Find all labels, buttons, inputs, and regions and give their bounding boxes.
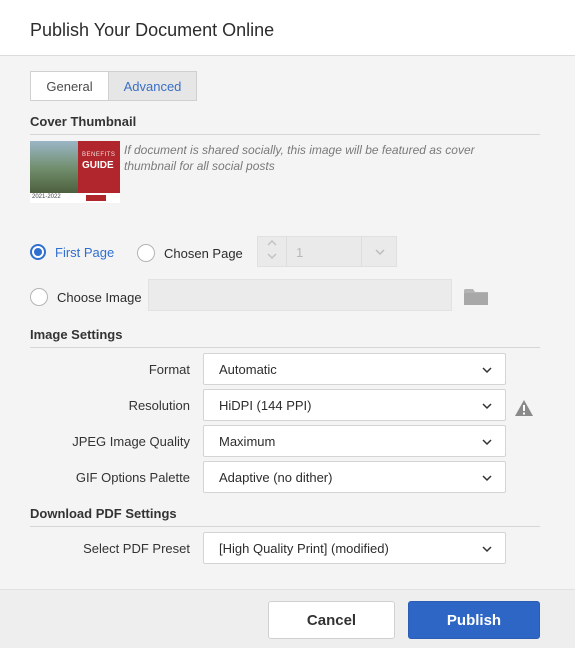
- jpeg-quality-label: JPEG Image Quality: [72, 434, 190, 449]
- jpeg-quality-select[interactable]: Maximum: [203, 425, 506, 457]
- chosen-page-label: Chosen Page: [164, 245, 243, 261]
- format-label: Format: [148, 362, 190, 377]
- tab-advanced[interactable]: Advanced: [108, 71, 197, 101]
- chosen-page-stepper[interactable]: 1: [257, 236, 397, 267]
- gif-palette-value: Adaptive (no dither): [219, 470, 333, 485]
- resolution-select[interactable]: HiDPI (144 PPI): [203, 389, 506, 421]
- cover-thumbnail-heading: Cover Thumbnail: [30, 114, 137, 129]
- tab-general[interactable]: General: [30, 71, 108, 101]
- chevron-down-icon: [375, 249, 385, 256]
- section-divider: [30, 347, 540, 348]
- cancel-button[interactable]: Cancel: [268, 601, 395, 639]
- choose-image-option[interactable]: Choose Image: [30, 288, 142, 306]
- pdf-preset-select[interactable]: [High Quality Print] (modified): [203, 532, 506, 564]
- chosen-page-option[interactable]: Chosen Page: [137, 244, 243, 262]
- format-select[interactable]: Automatic: [203, 353, 506, 385]
- cover-thumbnail-image: BENEFITS GUIDE 2021-2022: [30, 141, 120, 203]
- stepper-dropdown[interactable]: [361, 237, 398, 266]
- first-page-radio[interactable]: [30, 244, 46, 260]
- image-settings-heading: Image Settings: [30, 327, 123, 342]
- choose-image-radio[interactable]: [30, 288, 48, 306]
- publish-button[interactable]: Publish: [408, 601, 540, 639]
- cover-thumbnail-note: If document is shared socially, this ima…: [124, 143, 475, 173]
- chosen-page-radio[interactable]: [137, 244, 155, 262]
- first-page-option[interactable]: First Page: [30, 244, 114, 260]
- thumbnail-line1: BENEFITS: [82, 152, 116, 158]
- dialog-header: Publish Your Document Online: [0, 0, 575, 56]
- section-divider: [30, 526, 540, 527]
- folder-icon[interactable]: [462, 284, 490, 308]
- publish-dialog: Publish Your Document Online General Adv…: [0, 0, 575, 648]
- choose-image-path-field[interactable]: [148, 279, 452, 311]
- pdf-preset-label: Select PDF Preset: [83, 541, 190, 556]
- thumbnail-year: 2021-2022: [32, 194, 61, 200]
- gif-palette-select[interactable]: Adaptive (no dither): [203, 461, 506, 493]
- section-divider: [30, 134, 540, 135]
- chevron-down-icon: [482, 367, 492, 374]
- chevron-down-icon: [482, 403, 492, 410]
- tab-bar: General Advanced: [30, 71, 197, 101]
- stepper-arrows: [258, 237, 287, 266]
- download-pdf-heading: Download PDF Settings: [30, 506, 177, 521]
- chevron-down-icon: [482, 475, 492, 482]
- chevron-down-icon[interactable]: [266, 251, 278, 263]
- thumbnail-line2: GUIDE: [82, 160, 114, 171]
- chevron-down-icon: [482, 439, 492, 446]
- chevron-up-icon[interactable]: [266, 238, 278, 250]
- chevron-down-icon: [482, 546, 492, 553]
- dialog-title: Publish Your Document Online: [30, 20, 275, 40]
- gif-palette-label: GIF Options Palette: [75, 470, 190, 485]
- resolution-value: HiDPI (144 PPI): [219, 398, 312, 413]
- choose-image-label: Choose Image: [57, 289, 142, 305]
- thumbnail-photo: [30, 141, 78, 193]
- format-value: Automatic: [219, 362, 277, 377]
- thumbnail-logo: [86, 195, 106, 201]
- jpeg-quality-value: Maximum: [219, 434, 276, 449]
- resolution-label: Resolution: [128, 398, 190, 413]
- chosen-page-value: 1: [296, 245, 304, 260]
- pdf-preset-value: [High Quality Print] (modified): [219, 541, 389, 556]
- first-page-label: First Page: [55, 244, 115, 260]
- warning-icon: [514, 399, 534, 417]
